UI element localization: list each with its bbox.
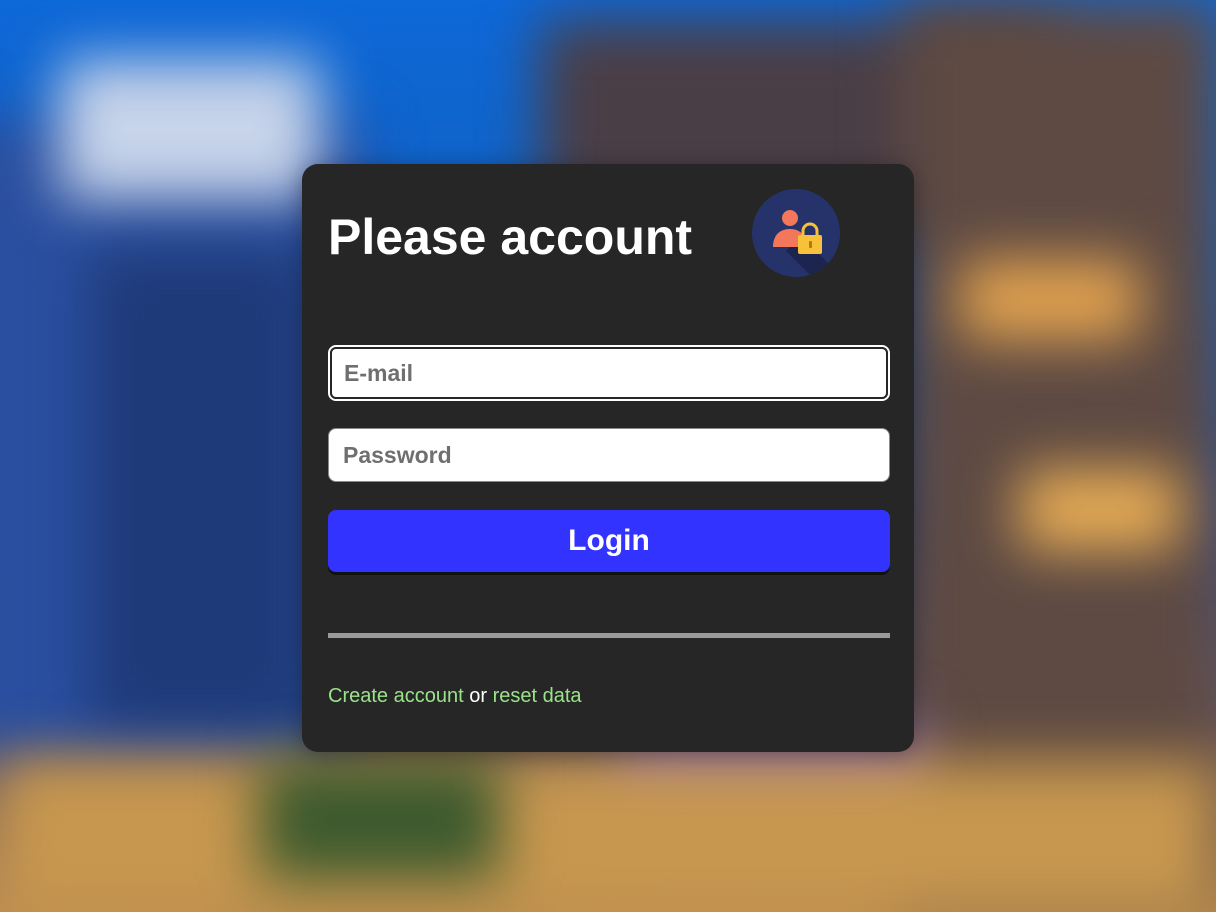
login-button[interactable]: Login (328, 510, 890, 572)
reset-data-link[interactable]: reset data (493, 685, 582, 707)
password-field[interactable] (328, 428, 890, 482)
user-lock-icon (752, 189, 840, 277)
divider (328, 633, 890, 638)
or-text: or (469, 685, 487, 707)
account-links: Create account or reset data (328, 684, 582, 708)
email-field[interactable] (328, 345, 890, 401)
create-account-link[interactable]: Create account (328, 685, 464, 707)
page-title: Please account (328, 209, 693, 265)
login-card: Please account Login Create account or r… (302, 164, 914, 752)
